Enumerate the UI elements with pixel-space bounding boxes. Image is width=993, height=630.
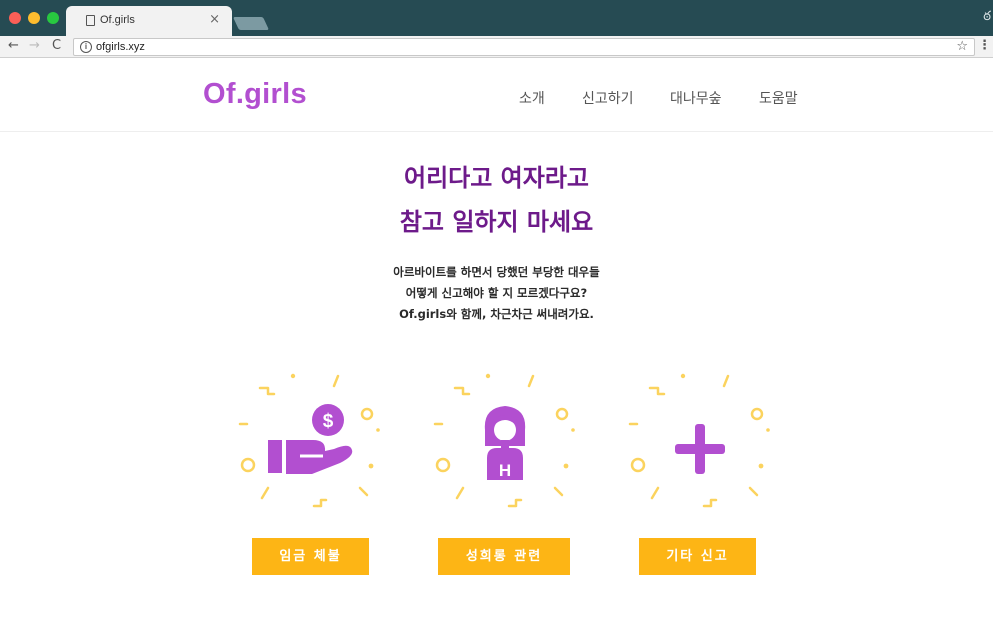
svg-text:H: H [499,461,511,480]
category-button-harassment[interactable]: 성희롱 관련 [438,538,570,575]
page-content: Of.girls 소개 신고하기 대나무숲 도움말 어리다고 여자라고 참고 일… [0,58,993,630]
url-text[interactable]: ofgirls.xyz [96,41,145,53]
bookmark-star-icon[interactable]: ☆ [956,39,968,54]
site-logo[interactable]: Of.girls [203,78,307,111]
info-icon[interactable]: i [80,41,92,53]
nav-link-about[interactable]: 소개 [519,88,545,108]
address-bar[interactable]: i ofgirls.xyz ☆ [73,38,975,56]
category-card-harassment: H 성희롱 관련 [425,368,585,588]
tab-close-icon[interactable]: × [209,12,220,27]
category-card-other: 기타 신고 [620,368,780,588]
site-header: Of.girls 소개 신고하기 대나무숲 도움말 [0,58,993,132]
category-button-other[interactable]: 기타 신고 [639,538,756,575]
hand-holding-money-icon[interactable]: $ [230,368,390,528]
browser-tab[interactable]: Of.girls × [66,6,232,36]
description-line-2: 어떻게 신고해야 할 지 모르겠다구요? [405,286,588,300]
category-card-wage: $ 임금 체불 [230,368,390,588]
forward-icon[interactable]: → [29,38,40,53]
browser-titlebar: Of.girls × ఠ [0,0,993,36]
back-icon[interactable]: ← [8,38,19,53]
close-window-button[interactable] [9,12,21,24]
incognito-icon: ఠ [983,9,991,24]
page-icon [86,15,95,26]
maximize-window-button[interactable] [47,12,59,24]
nav-link-bamboo-forest[interactable]: 대나무숲 [670,88,722,108]
plus-icon[interactable] [620,368,780,528]
browser-menu-icon[interactable]: ⋮ [978,38,991,53]
minimize-window-button[interactable] [28,12,40,24]
description-line-3: Of.girls와 함께, 차근차근 써내려가요. [399,307,594,321]
svg-text:$: $ [323,411,334,432]
tab-title: Of.girls [100,14,135,26]
hero-title-line-1: 어리다고 여자라고 [404,164,589,192]
category-button-wage[interactable]: 임금 체불 [252,538,369,575]
reload-icon[interactable]: C [52,38,61,53]
girl-icon[interactable]: H [425,368,585,528]
nav-link-report[interactable]: 신고하기 [582,88,634,108]
new-tab-button[interactable] [232,17,270,30]
browser-toolbar: ← → C i ofgirls.xyz ☆ ⋮ [0,36,993,58]
nav-link-help[interactable]: 도움말 [759,88,798,108]
description-line-1: 아르바이트를 하면서 당했던 부당한 대우들 [393,265,600,279]
hero-title-line-2: 참고 일하지 마세요 [399,208,594,236]
